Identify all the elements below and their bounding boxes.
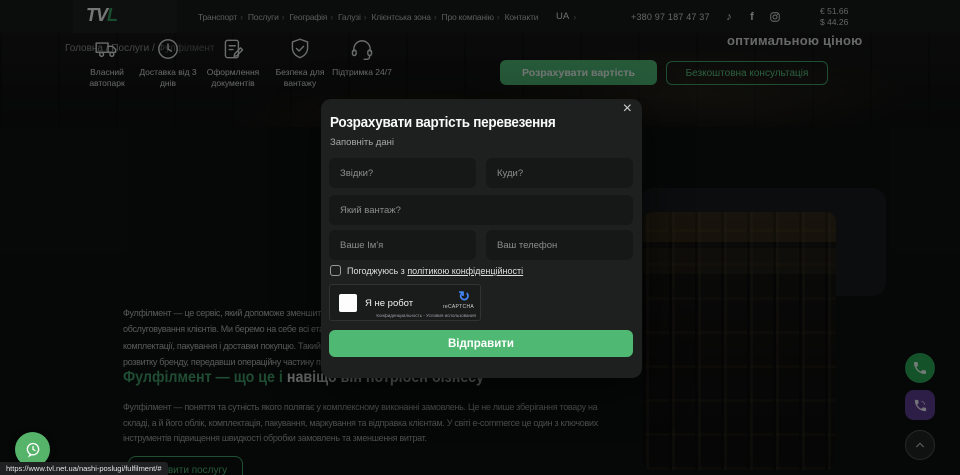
modal-title: Розрахувати вартість перевезення: [330, 114, 556, 131]
calculate-cost-modal: × Розрахувати вартість перевезення Запов…: [321, 99, 642, 378]
consent-checkbox[interactable]: [330, 265, 341, 276]
modal-subtitle: Заповніть дані: [330, 137, 394, 148]
from-input[interactable]: [329, 158, 476, 188]
recaptcha-brand: reCAPTCHA: [443, 304, 474, 310]
close-icon[interactable]: ×: [623, 101, 632, 117]
privacy-consent-row: Погоджуюсь з політикою конфіденційності: [330, 265, 523, 276]
cargo-input[interactable]: [329, 195, 633, 225]
page: TVL Транспорт› Послуги› Географія› Галуз…: [0, 0, 960, 475]
recaptcha-terms[interactable]: Конфиденциальность - Условия использован…: [376, 313, 476, 318]
consent-label: Погоджуюсь з політикою конфіденційності: [347, 266, 523, 276]
chat-widget-icon: [23, 440, 43, 460]
browser-status-url: https://www.tvl.net.ua/nashi-poslugi/ful…: [0, 462, 168, 475]
recaptcha-label: Я не робот: [365, 298, 413, 309]
phone-input[interactable]: [486, 230, 633, 260]
recaptcha-checkbox[interactable]: [339, 294, 357, 312]
to-input[interactable]: [486, 158, 633, 188]
submit-button[interactable]: Відправити: [329, 330, 633, 357]
name-input[interactable]: [329, 230, 476, 260]
recaptcha-logo-icon: ↻: [458, 289, 470, 303]
recaptcha-widget: Я не робот ↻ reCAPTCHA Конфиденциальност…: [329, 284, 481, 321]
privacy-policy-link[interactable]: політикою конфіденційності: [407, 266, 523, 276]
